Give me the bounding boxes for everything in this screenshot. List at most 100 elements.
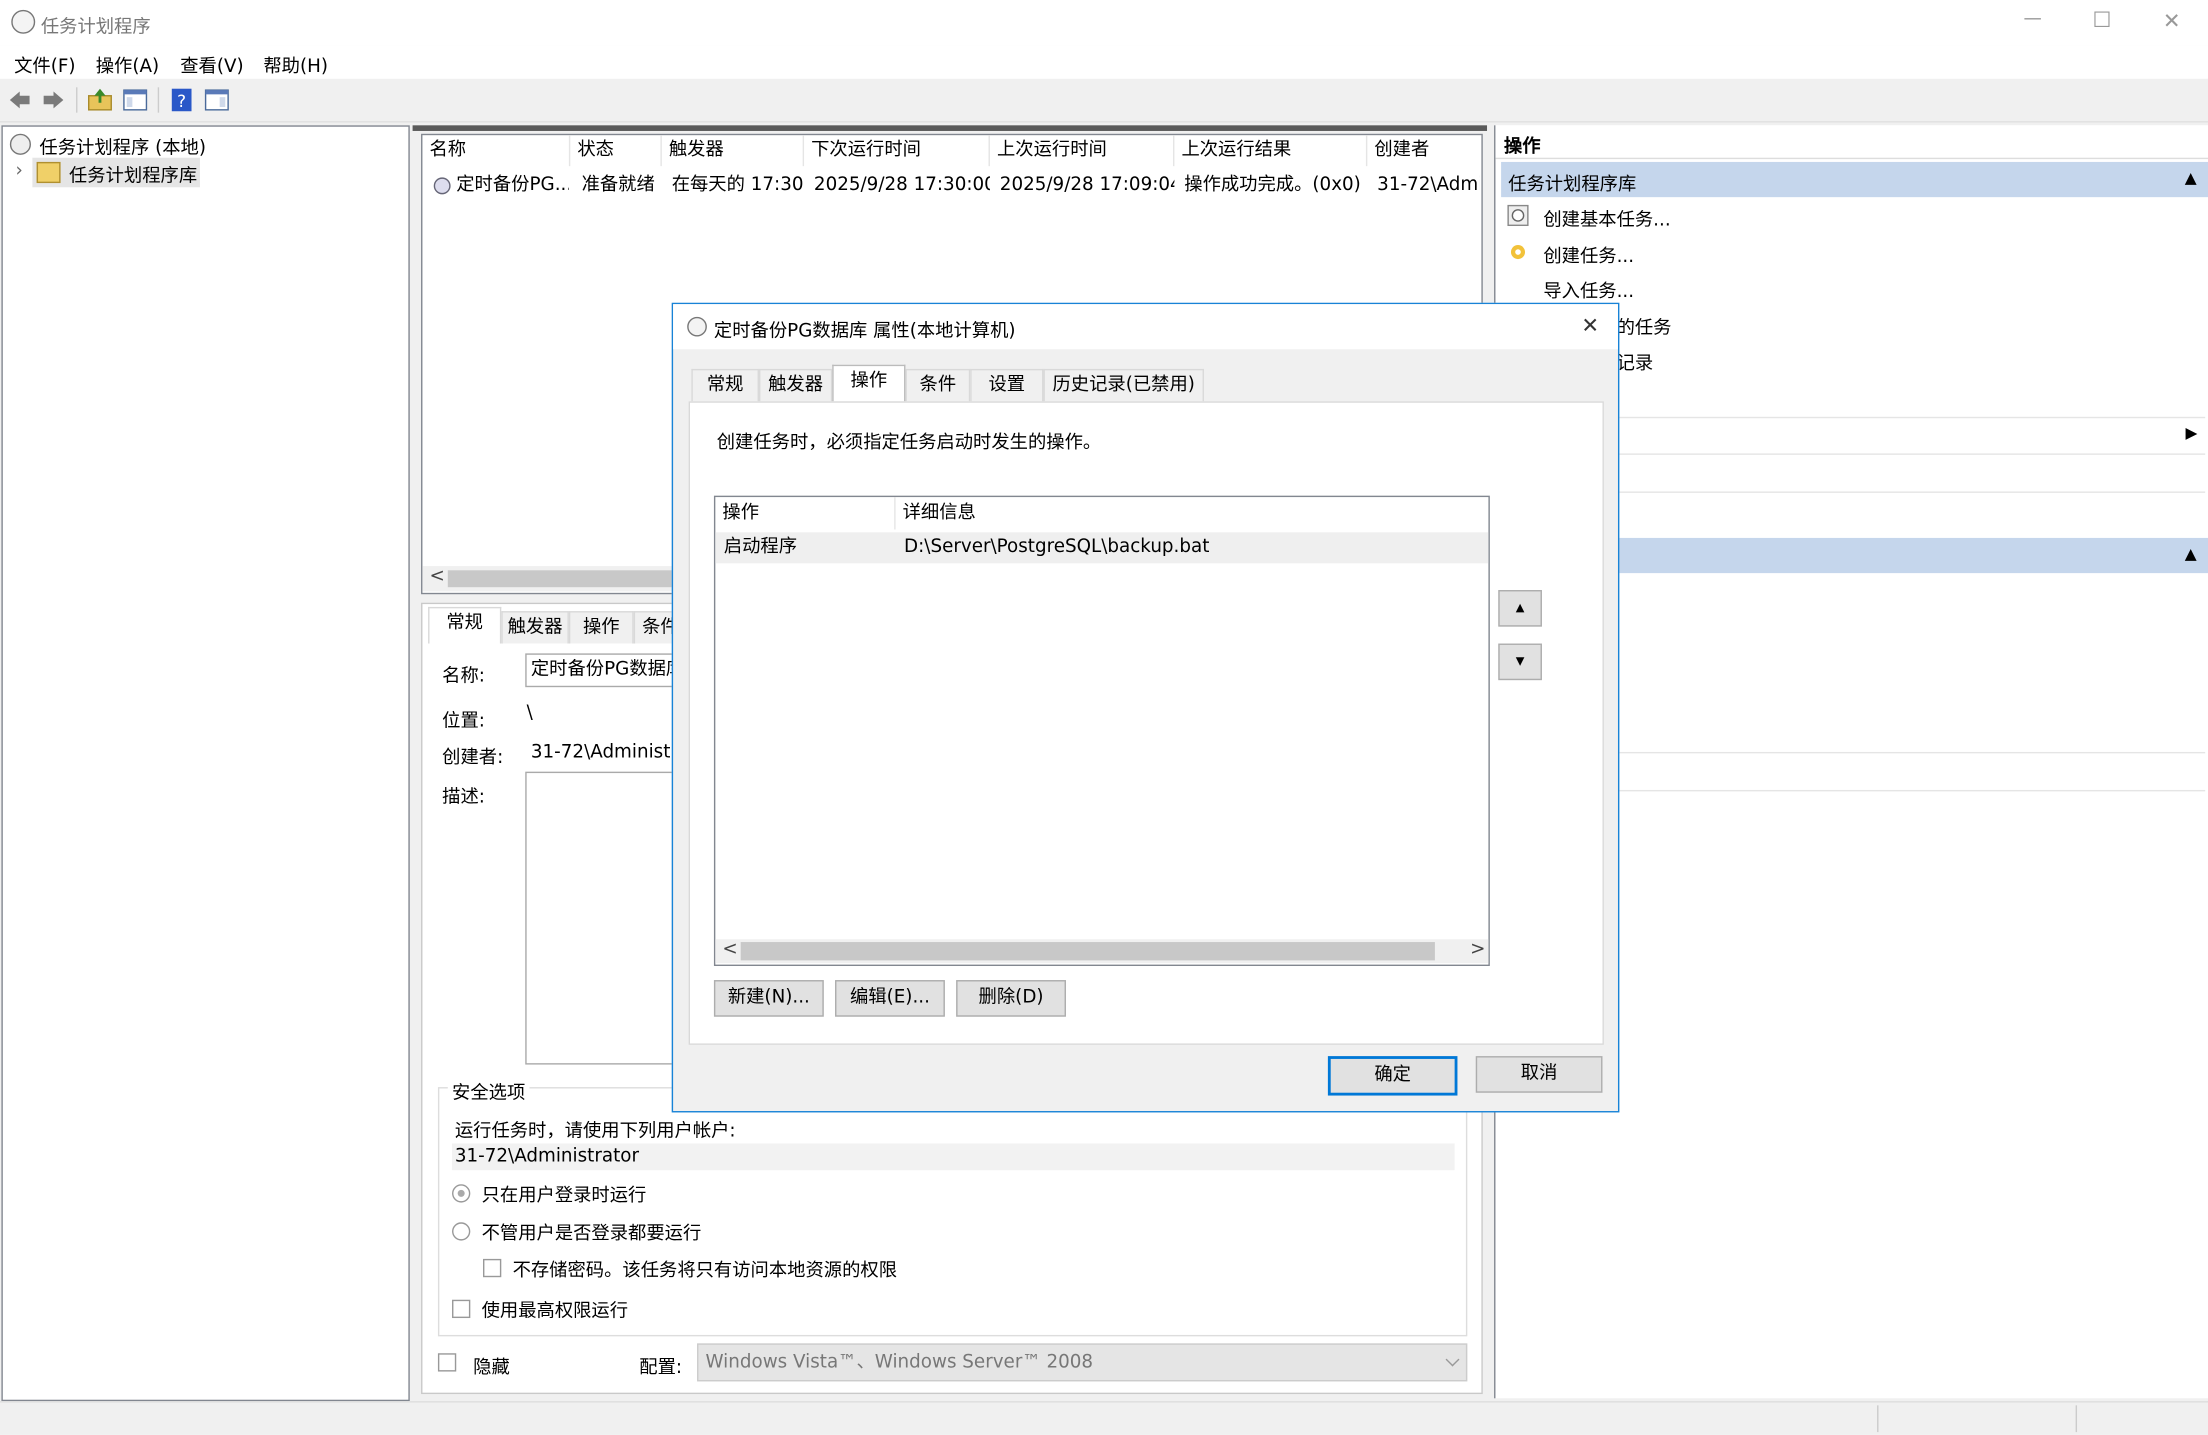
action-type-cell: 启动程序 (723, 536, 798, 558)
maximize-button[interactable]: ☐ (2093, 7, 2112, 32)
run-as-account: 31-72\Administrator (452, 1143, 1455, 1171)
scrollbar-thumb[interactable] (447, 570, 688, 588)
folder-clock-icon (36, 161, 61, 184)
toolbar-divider (157, 87, 160, 113)
dialog-tab-conditions[interactable]: 条件 (905, 368, 971, 402)
radio-run-when-logged-on-label: 只在用户登录时运行 (481, 1185, 647, 1207)
close-button[interactable]: ✕ (2163, 8, 2181, 33)
column-header-trigger[interactable]: 触发器 (662, 135, 805, 167)
description-label: 描述: (442, 787, 485, 809)
tree-library-label: 任务计划程序库 (68, 166, 198, 188)
table-row[interactable]: 定时备份PG... 准备就绪 在每天的 17:30 2025/9/28 17:3… (422, 170, 1481, 201)
task-next-run-cell: 2025/9/28 17:30:00 (813, 174, 990, 196)
scroll-left-arrow[interactable]: < (429, 566, 444, 587)
actions-pane-title: 操作 (1503, 136, 1541, 158)
radio-run-whether-logged-on-label: 不管用户是否登录都要运行 (481, 1223, 702, 1245)
actions-pane-header: 操作 (1495, 125, 2208, 160)
minimize-button[interactable]: — (2024, 8, 2042, 29)
dialog-tab-page: 创建任务时，必须指定任务启动时发生的操作。 操作 详细信息 启动程序 D:\Se… (688, 401, 1604, 1045)
move-down-button[interactable]: ▼ (1498, 643, 1542, 681)
scroll-right-arrow[interactable]: > (1470, 939, 1485, 960)
arrow-up-icon: ▲ (1515, 601, 1525, 614)
column-header-last-run[interactable]: 上次运行时间 (990, 135, 1175, 167)
toolbar: ? (0, 78, 2208, 123)
tree-item-library[interactable]: 任务计划程序库 (32, 157, 200, 188)
tree-root-label[interactable]: 任务计划程序 (本地) (39, 132, 206, 159)
menu-action[interactable]: 操作(A) (96, 51, 159, 77)
horizontal-scrollbar[interactable]: < > (715, 939, 1489, 964)
new-action-button[interactable]: 新建(N)... (713, 980, 824, 1017)
clock-icon (9, 133, 31, 155)
table-row[interactable]: 启动程序 D:\Server\PostgreSQL\backup.bat (715, 532, 1489, 564)
column-header-details[interactable]: 详细信息 (896, 497, 1489, 529)
move-up-button[interactable]: ▲ (1498, 590, 1542, 627)
checkbox-no-store-password-label: 不存储密码。该任务将只有访问本地资源的权限 (512, 1260, 898, 1282)
dialog-title: 定时备份PG数据库 属性(本地计算机) (713, 321, 1016, 343)
dialog-tab-history[interactable]: 历史记录(已禁用) (1043, 368, 1204, 402)
title-bar: 任务计划程序 — ☐ ✕ (0, 0, 2208, 46)
task-status-cell: 准备就绪 (581, 174, 655, 196)
detail-tab-actions[interactable]: 操作 (568, 611, 634, 644)
dialog-tab-triggers[interactable]: 触发器 (758, 368, 833, 402)
dialog-tab-actions[interactable]: 操作 (832, 364, 906, 402)
detail-tab-general[interactable]: 常规 (428, 606, 502, 644)
dialog-tab-settings[interactable]: 设置 (970, 368, 1044, 402)
column-header-action[interactable]: 操作 (715, 497, 896, 530)
checkbox-hidden[interactable] (437, 1353, 457, 1372)
help-icon[interactable]: ? (169, 87, 194, 112)
ok-button[interactable]: 确定 (1327, 1056, 1458, 1096)
action-import-task[interactable]: 导入任务... (1543, 276, 1634, 303)
back-arrow-icon[interactable] (7, 87, 32, 112)
task-trigger-cell: 在每天的 17:30 (671, 174, 804, 196)
menu-file[interactable]: 文件(F) (14, 51, 75, 77)
task-author-cell: 31-72\Admi (1377, 174, 1480, 196)
action-create-task[interactable]: 创建任务... (1543, 241, 1634, 267)
task-scheduler-window: 任务计划程序 — ☐ ✕ 文件(F) 操作(A) 查看(V) 帮助(H) ? 任… (0, 0, 2208, 1435)
dialog-tab-general[interactable]: 常规 (691, 368, 759, 402)
actions-section-header[interactable]: 任务计划程序库 ▲ (1501, 161, 2208, 198)
status-divider (2075, 1405, 2078, 1433)
config-value: Windows Vista™、Windows Server™ 2008 (705, 1351, 1094, 1373)
edit-action-button[interactable]: 编辑(E)... (835, 980, 945, 1017)
menu-help[interactable]: 帮助(H) (263, 51, 328, 77)
action-create-basic-task[interactable]: 创建基本任务... (1543, 204, 1670, 231)
cancel-button[interactable]: 取消 (1475, 1056, 1603, 1093)
collapse-icon[interactable]: ▲ (2185, 545, 2197, 563)
chevron-right-icon[interactable]: › (15, 161, 22, 182)
config-dropdown[interactable]: Windows Vista™、Windows Server™ 2008 (697, 1343, 1468, 1382)
radio-run-whether-logged-on[interactable] (452, 1222, 471, 1241)
forward-arrow-icon[interactable] (41, 87, 66, 112)
action-pane-icon[interactable] (204, 87, 229, 112)
checkbox-highest-privileges[interactable] (452, 1299, 471, 1319)
menu-view[interactable]: 查看(V) (180, 51, 243, 77)
description-field[interactable] (525, 771, 683, 1065)
radio-run-when-logged-on[interactable] (452, 1184, 471, 1203)
status-bar (0, 1401, 2208, 1435)
navigation-tree: 任务计划程序 (本地) › 任务计划程序库 (1, 125, 410, 1402)
console-tree-icon[interactable] (123, 87, 148, 112)
name-label: 名称: (442, 666, 485, 688)
clock-icon (433, 177, 451, 195)
submenu-arrow-icon[interactable]: ▶ (2185, 424, 2197, 442)
checkbox-no-store-password[interactable] (482, 1258, 502, 1278)
create-basic-task-icon (1507, 204, 1529, 227)
column-header-last-result[interactable]: 上次运行结果 (1174, 135, 1368, 167)
delete-action-button[interactable]: 删除(D) (956, 980, 1066, 1017)
detail-tab-triggers[interactable]: 触发器 (501, 611, 569, 644)
column-header-status[interactable]: 状态 (570, 135, 662, 167)
column-header-author[interactable]: 创建者 (1367, 135, 1481, 166)
scrollbar-thumb[interactable] (740, 942, 1435, 961)
column-header-name[interactable]: 名称 (422, 135, 571, 167)
task-last-result-cell: 操作成功完成。(0x0) (1184, 174, 1361, 196)
column-header-next-run[interactable]: 下次运行时间 (804, 135, 990, 167)
folder-up-icon[interactable] (87, 87, 112, 112)
actions-section-title: 任务计划程序库 (1508, 174, 1637, 196)
actions-hint-text: 创建任务时，必须指定任务启动时发生的操作。 (716, 432, 1102, 454)
scroll-left-arrow[interactable]: < (722, 939, 737, 960)
clock-icon (11, 9, 36, 34)
dialog-title-bar: 定时备份PG数据库 属性(本地计算机) ✕ (673, 304, 1618, 350)
dialog-close-button[interactable]: ✕ (1581, 313, 1599, 338)
location-label: 位置: (442, 711, 485, 733)
collapse-icon[interactable]: ▲ (2185, 169, 2197, 187)
run-as-label: 运行任务时，请使用下列用户帐户: (454, 1120, 736, 1143)
